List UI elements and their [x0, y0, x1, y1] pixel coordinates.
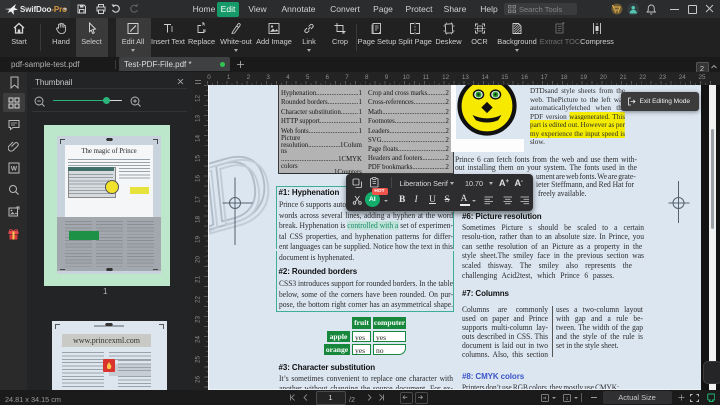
svg-text:1: 1: [566, 395, 569, 400]
svg-text:B: B: [203, 28, 206, 33]
svg-text:A: A: [202, 22, 205, 27]
svg-text:W: W: [11, 166, 18, 173]
